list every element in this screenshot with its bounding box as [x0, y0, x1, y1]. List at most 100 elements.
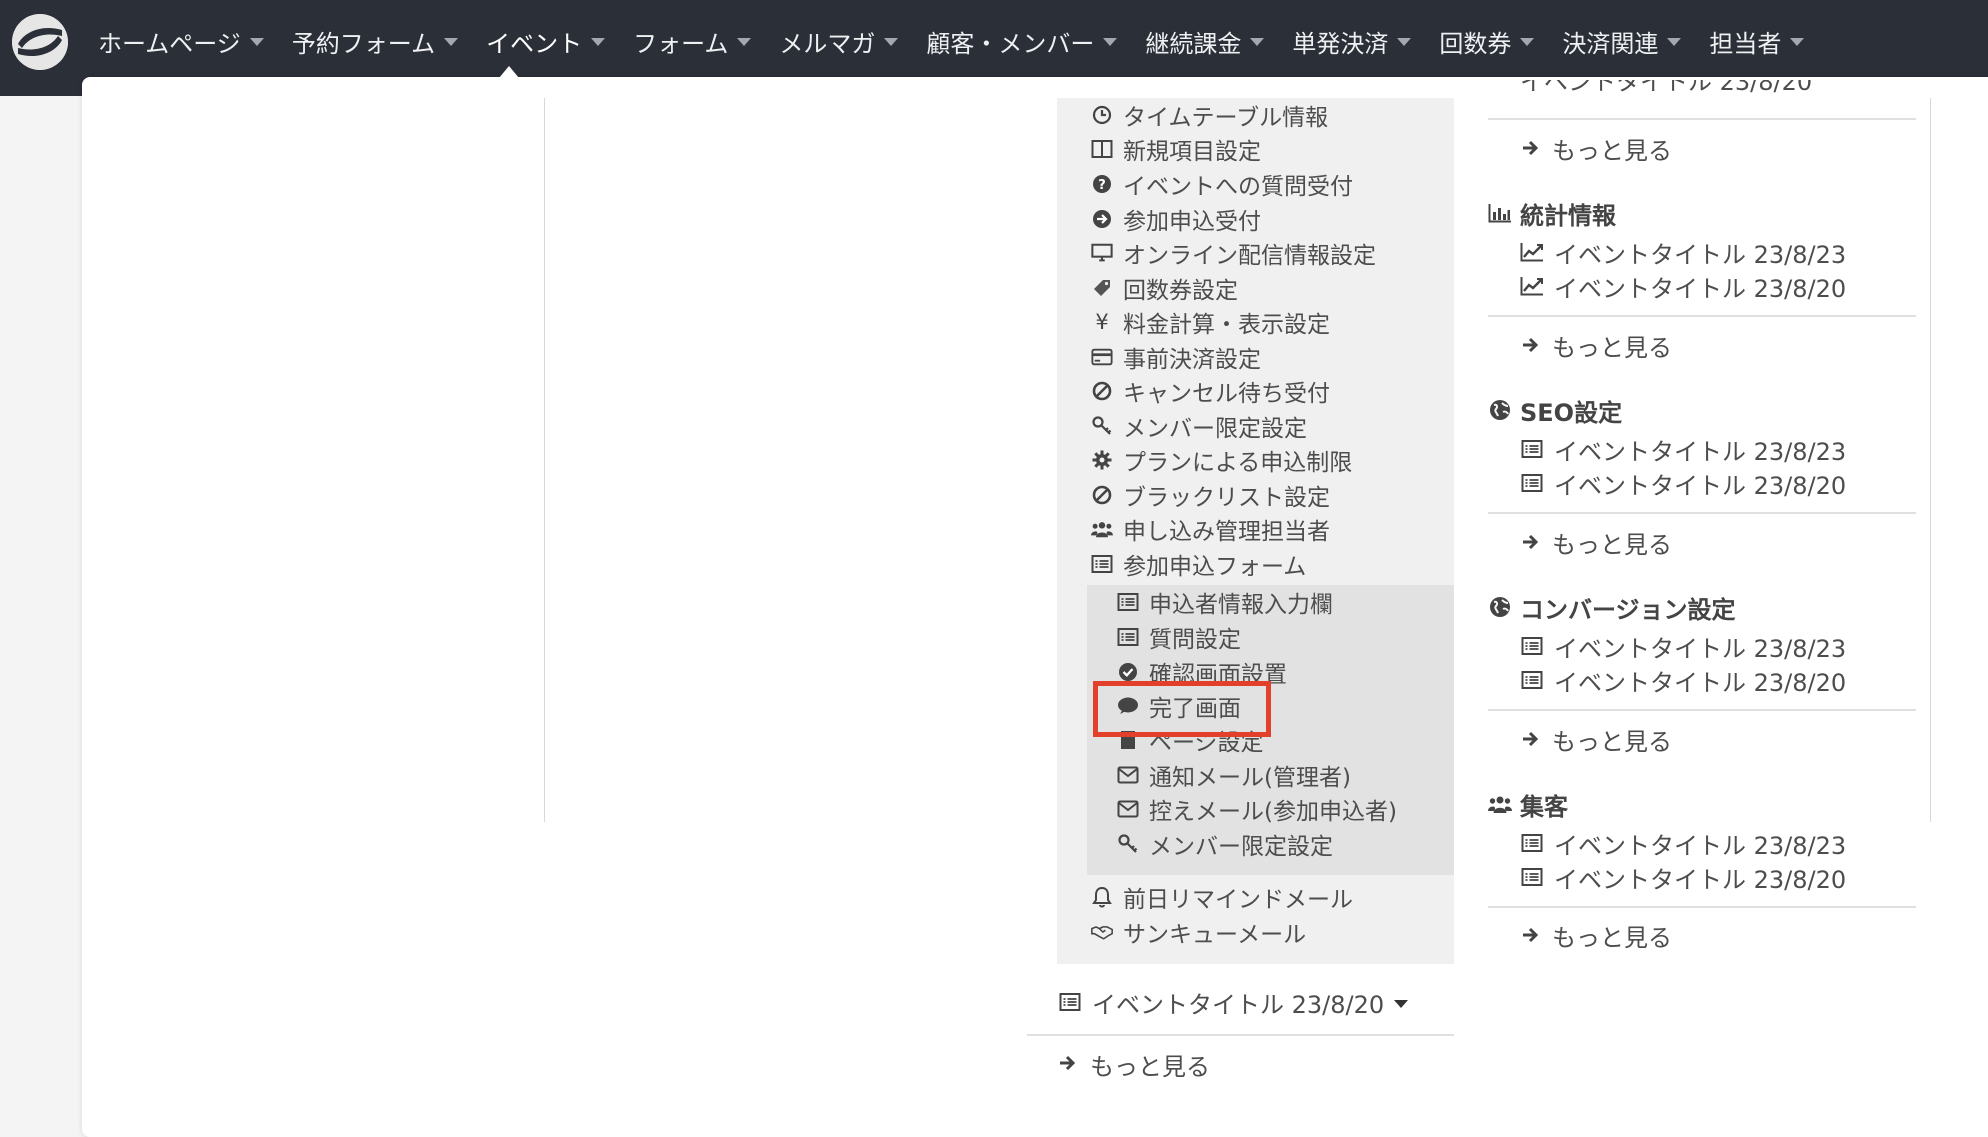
submenu-item-applicant-mail[interactable]: 控えメール(参加申込者): [1117, 792, 1397, 826]
nav-item-staff[interactable]: 担当者: [1695, 24, 1818, 59]
menu-item-label: 事前決済設定: [1123, 347, 1261, 373]
menu-item-questions[interactable]: ? イベントへの質問受付: [1091, 167, 1353, 201]
menu-item-application-managers[interactable]: 申し込み管理担当者: [1091, 512, 1330, 546]
nav-label: イベント: [486, 29, 583, 58]
arrow-circle-icon: [1091, 208, 1113, 230]
event-item-cut-off[interactable]: イベントタイトル 23/8/20: [1520, 80, 1812, 106]
list-alt-icon: [1520, 832, 1544, 854]
nav-item-mailmag[interactable]: メルマガ: [765, 24, 912, 59]
menu-item-application-form[interactable]: 参加申込フォーム: [1091, 547, 1306, 581]
menu-item-label: 回数券設定: [1123, 278, 1238, 304]
caret-down-icon: [591, 38, 606, 46]
caret-down-icon: [1790, 38, 1805, 46]
menu-item-waitlist[interactable]: キャンセル待ち受付: [1091, 374, 1330, 408]
conversion-item[interactable]: イベントタイトル 23/8/20: [1520, 663, 1846, 697]
ticket-icon: [1091, 277, 1113, 299]
seo-item[interactable]: イベントタイトル 23/8/20: [1520, 466, 1846, 500]
menu-item-pricing[interactable]: ¥ 料金計算・表示設定: [1091, 305, 1330, 339]
divider: [1488, 512, 1916, 514]
statistics-item[interactable]: イベントタイトル 23/8/23: [1520, 235, 1846, 269]
submenu-item-label: 通知メール(管理者): [1149, 765, 1351, 791]
nav-label: フォーム: [633, 29, 729, 58]
gear-icon: [1091, 449, 1113, 471]
arrow-right-icon: [1520, 924, 1542, 946]
menu-item-label: タイムテーブル情報: [1123, 105, 1329, 131]
caret-down-icon: [1397, 38, 1412, 46]
seo-item[interactable]: イベントタイトル 23/8/23: [1520, 432, 1846, 466]
more-link[interactable]: もっと見る: [1520, 918, 1672, 952]
nav-item-customers[interactable]: 顧客・メンバー: [912, 24, 1131, 59]
menu-item-applications[interactable]: 参加申込受付: [1091, 202, 1261, 236]
submenu-item-question-settings[interactable]: 質問設定: [1117, 620, 1241, 654]
event-dropdown[interactable]: イベントタイトル 23/8/20: [1058, 984, 1409, 1020]
nav-item-single-payment[interactable]: 単発決済: [1278, 24, 1425, 59]
menu-item-thankyou-mail[interactable]: サンキューメール: [1091, 915, 1306, 949]
caret-down-icon: [1520, 38, 1535, 46]
more-link[interactable]: もっと見る: [1520, 131, 1672, 165]
globe-icon: [1488, 595, 1512, 619]
nav-item-reservation-form[interactable]: 予約フォーム: [278, 24, 472, 59]
conversion-item-label: イベントタイトル 23/8/20: [1554, 668, 1847, 697]
envelope-icon: [1117, 764, 1139, 786]
menu-item-plan-restriction[interactable]: プランによる申込制限: [1091, 443, 1352, 477]
menu-item-label: 参加申込フォーム: [1123, 554, 1307, 580]
more-link-label: もっと見る: [1552, 136, 1672, 165]
conversion-item[interactable]: イベントタイトル 23/8/23: [1520, 629, 1846, 663]
menu-item-online-stream[interactable]: オンライン配信情報設定: [1091, 236, 1376, 270]
nav-item-subscription[interactable]: 継続課金: [1131, 24, 1278, 59]
section-heading-conversion: コンバージョン設定: [1488, 589, 1736, 625]
caret-down-icon: [1103, 38, 1118, 46]
more-link[interactable]: もっと見る: [1058, 1046, 1210, 1082]
menu-item-label: イベントへの質問受付: [1123, 174, 1353, 200]
more-link[interactable]: もっと見る: [1520, 328, 1672, 362]
menu-item-reminder-mail[interactable]: 前日リマインドメール: [1091, 880, 1353, 914]
divider: [1027, 1034, 1454, 1036]
nav-label: メルマガ: [779, 29, 876, 58]
key-icon: [1117, 833, 1139, 855]
nav-label: 単発決済: [1292, 29, 1389, 58]
menu-item-label: メンバー限定設定: [1123, 416, 1307, 442]
menu-item-timetable[interactable]: タイムテーブル情報: [1091, 98, 1328, 132]
submenu-item-member-limit[interactable]: メンバー限定設定: [1117, 827, 1333, 861]
more-link-label: もっと見る: [1090, 1052, 1210, 1081]
nav-item-event[interactable]: イベント: [472, 24, 619, 59]
menu-item-prepayment[interactable]: 事前決済設定: [1091, 340, 1261, 374]
app-logo[interactable]: [12, 14, 68, 70]
columns-icon: [1091, 138, 1113, 160]
nav-item-payment-related[interactable]: 決済関連: [1548, 24, 1695, 59]
users-icon: [1488, 792, 1512, 816]
nav-label: 顧客・メンバー: [926, 29, 1095, 58]
more-link[interactable]: もっと見る: [1520, 525, 1672, 559]
nav-item-form[interactable]: フォーム: [619, 24, 765, 59]
arrow-right-icon: [1520, 728, 1542, 750]
nav-item-tickets[interactable]: 回数券: [1425, 24, 1548, 59]
section-heading-label: 統計情報: [1520, 201, 1616, 230]
submenu-item-applicant-fields[interactable]: 申込者情報入力欄: [1117, 585, 1333, 619]
statistics-item[interactable]: イベントタイトル 23/8/20: [1520, 269, 1846, 303]
list-alt-icon: [1058, 992, 1082, 1012]
list-alt-icon: [1117, 591, 1139, 613]
divider: [1488, 709, 1916, 711]
menu-item-ticket-settings[interactable]: 回数券設定: [1091, 271, 1238, 305]
desktop-icon: [1091, 242, 1113, 264]
submenu-item-admin-mail[interactable]: 通知メール(管理者): [1117, 758, 1351, 792]
menu-item-new-fields[interactable]: 新規項目設定: [1091, 132, 1261, 166]
more-link[interactable]: もっと見る: [1520, 722, 1672, 756]
list-alt-icon: [1117, 626, 1139, 648]
section-heading-seo: SEO設定: [1488, 392, 1622, 428]
envelope-icon: [1117, 798, 1139, 820]
caret-down-icon: [1394, 999, 1409, 1008]
highlight-annotation: [1093, 681, 1271, 737]
menu-item-member-limit[interactable]: メンバー限定設定: [1091, 409, 1307, 443]
globe-icon: [1488, 398, 1512, 422]
more-link-label: もっと見る: [1552, 530, 1672, 559]
nav-item-homepage[interactable]: ホームページ: [84, 24, 278, 59]
attraction-item[interactable]: イベントタイトル 23/8/23: [1520, 826, 1846, 860]
attraction-item[interactable]: イベントタイトル 23/8/20: [1520, 860, 1846, 894]
event-settings-menu: タイムテーブル情報 新規項目設定 ? イベントへの質問受付 参加申込受付 オンラ…: [1057, 98, 1454, 964]
menu-item-blacklist[interactable]: ブラックリスト設定: [1091, 478, 1330, 512]
submenu-item-label: メンバー限定設定: [1149, 834, 1333, 860]
submenu-item-label: 申込者情報入力欄: [1149, 592, 1333, 618]
column-divider: [1930, 98, 1931, 822]
attraction-item-label: イベントタイトル 23/8/23: [1554, 831, 1847, 860]
